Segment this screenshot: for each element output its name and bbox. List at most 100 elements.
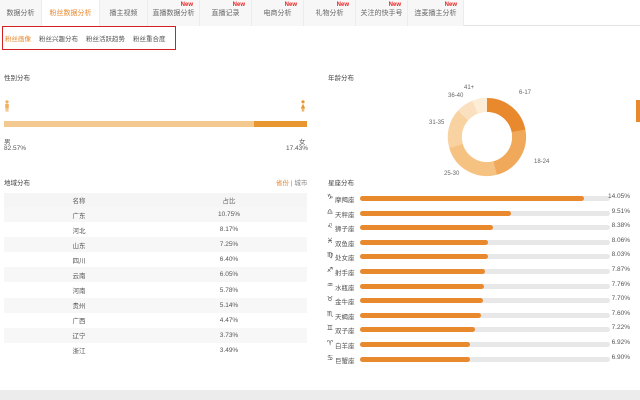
zodiac-row: ♌ 狮子座 8.38%	[326, 221, 636, 236]
region-value: 8.17%	[219, 226, 239, 234]
zodiac-value: 7.60%	[611, 309, 630, 317]
zodiac-bar-track	[360, 254, 610, 260]
zodiac-symbol-icon: ♈	[326, 339, 334, 347]
sub-tab-3[interactable]: 粉丝活跃趋势	[86, 33, 125, 43]
zodiac-bar-track	[360, 239, 610, 245]
top-tab-label: 播主视频	[109, 10, 138, 17]
zodiac-bar-track	[360, 283, 610, 289]
switch-separator: |	[290, 180, 293, 187]
sub-tab-group: 粉丝画像 粉丝兴趣分布 粉丝活跃趋势 粉丝重合度	[2, 26, 176, 50]
switch-province[interactable]: 省份	[276, 180, 289, 187]
zodiac-value: 6.90%	[611, 353, 630, 361]
zodiac-symbol-icon: ♎	[326, 208, 334, 216]
table-row: 云南 6.05%	[4, 267, 307, 283]
top-tab-2[interactable]: 粉丝数据分析	[42, 0, 100, 26]
region-value: 4.47%	[219, 316, 239, 324]
age-title: 年龄分布	[328, 75, 354, 82]
region-value: 3.73%	[219, 331, 239, 339]
sub-tab-4[interactable]: 粉丝重合度	[133, 33, 166, 43]
region-value: 6.40%	[219, 256, 239, 264]
age-label-41-plus: 41+	[464, 85, 475, 91]
top-tab-4[interactable]: 直播数据分析 New	[148, 0, 200, 26]
age-label-31-35: 31-35	[429, 120, 445, 126]
top-tab-label: 数据分析	[6, 10, 35, 17]
male-percent: 82.57%	[4, 145, 27, 152]
zodiac-bar-track	[360, 196, 610, 201]
new-badge: New	[284, 2, 297, 8]
top-tab-label: 直播记录	[211, 10, 240, 17]
zodiac-symbol-icon: ♊	[326, 325, 334, 333]
age-label-25-30: 25-30	[444, 171, 460, 177]
column-name-header: 名称	[72, 198, 86, 205]
zodiac-bar-track	[360, 356, 610, 362]
top-tab-3[interactable]: 播主视频	[100, 0, 148, 26]
zodiac-bar-fill	[360, 268, 486, 274]
zodiac-name: 射手座	[335, 269, 355, 277]
zodiac-name: 摩羯座	[335, 197, 355, 204]
sub-tab-1[interactable]: 粉丝画像	[5, 33, 31, 43]
zodiac-name: 处女座	[335, 255, 355, 263]
top-tab-7[interactable]: 礼物分析 New	[304, 0, 356, 26]
female-icon	[300, 100, 306, 112]
region-value: 7.25%	[219, 241, 239, 249]
zodiac-bar-fill	[360, 239, 489, 245]
zodiac-bar-track	[360, 268, 610, 274]
top-tab-bar: 数据分析 粉丝数据分析 播主视频 直播数据分析 New 直播记录 New 电商分析 New 礼物分…	[0, 0, 640, 26]
zodiac-bar-track	[360, 327, 610, 333]
table-row: 浙江 3.49%	[4, 343, 307, 358]
table-row: 四川 6.40%	[4, 252, 307, 267]
zodiac-bar-fill	[360, 210, 512, 216]
top-tab-label: 礼物分析	[315, 10, 344, 17]
region-name: 广东	[72, 212, 86, 220]
top-tab-5[interactable]: 直播记录 New	[200, 0, 252, 26]
zodiac-name: 水瓶座	[335, 284, 355, 292]
zodiac-bar-track	[360, 298, 610, 304]
zodiac-row: ♎ 天秤座 9.51%	[326, 207, 636, 222]
zodiac-name: 巨蟹座	[335, 357, 355, 365]
zodiac-bar-track	[360, 312, 610, 318]
zodiac-name: 狮子座	[335, 226, 355, 234]
top-tab-label: 关注的快手号	[360, 10, 403, 17]
zodiac-value: 9.51%	[611, 207, 630, 215]
top-tab-8[interactable]: 关注的快手号 New	[356, 0, 408, 26]
zodiac-bar-fill	[360, 196, 584, 201]
zodiac-symbol-icon: ♉	[326, 296, 334, 304]
top-tab-label: 连麦播主分析	[414, 10, 457, 17]
age-slice-41-plus	[472, 97, 488, 114]
region-title: 地域分布	[4, 180, 30, 187]
footer-bar	[0, 390, 640, 400]
page: 数据分析 粉丝数据分析 播主视频 直播数据分析 New 直播记录 New 电商分析 New 礼物分…	[0, 0, 640, 400]
zodiac-row: ♓ 双鱼座 8.06%	[326, 236, 636, 251]
region-value: 5.14%	[219, 301, 239, 309]
new-badge: New	[336, 2, 349, 8]
zodiac-symbol-icon: ♏	[326, 310, 334, 318]
table-row: 辽宁 3.73%	[4, 327, 307, 343]
zodiac-value: 7.87%	[611, 265, 630, 273]
zodiac-name: 双鱼座	[335, 240, 355, 248]
zodiac-row: ♊ 双子座 7.22%	[326, 323, 636, 338]
age-slice-36-40	[457, 100, 478, 121]
table-row: 广东 10.75%	[4, 207, 307, 223]
feedback-tab[interactable]	[636, 100, 640, 122]
top-tab-9[interactable]: 连麦播主分析 New	[408, 0, 464, 26]
zodiac-value: 7.22%	[611, 324, 630, 332]
sub-tab-2[interactable]: 粉丝兴趣分布	[39, 33, 78, 43]
region-name: 河南	[72, 288, 86, 296]
region-table: 名称 占比 广东 10.75% 河北 8.17% 山东 7.25% 四川 6.40% 云南 6.0…	[4, 193, 307, 358]
age-label-36-40: 36-40	[448, 93, 464, 99]
zodiac-value: 8.03%	[611, 251, 630, 259]
zodiac-row: ♈ 白羊座 6.92%	[326, 338, 636, 353]
zodiac-row: ♏ 天蝎座 7.60%	[326, 309, 636, 324]
zodiac-bar-fill	[360, 298, 483, 304]
top-tab-1[interactable]: 数据分析	[0, 0, 42, 26]
age-label-6-17: 6-17	[519, 90, 532, 96]
zodiac-row: ♋ 巨蟹座 6.90%	[326, 353, 636, 368]
zodiac-name: 金牛座	[335, 299, 355, 307]
region-value: 10.75%	[217, 211, 241, 219]
top-tab-6[interactable]: 电商分析 New	[252, 0, 304, 26]
top-tab-label: 粉丝数据分析	[49, 10, 92, 17]
new-badge: New	[388, 2, 401, 8]
region-name: 浙江	[72, 348, 86, 356]
switch-city[interactable]: 城市	[294, 180, 307, 187]
table-row: 河北 8.17%	[4, 222, 307, 237]
